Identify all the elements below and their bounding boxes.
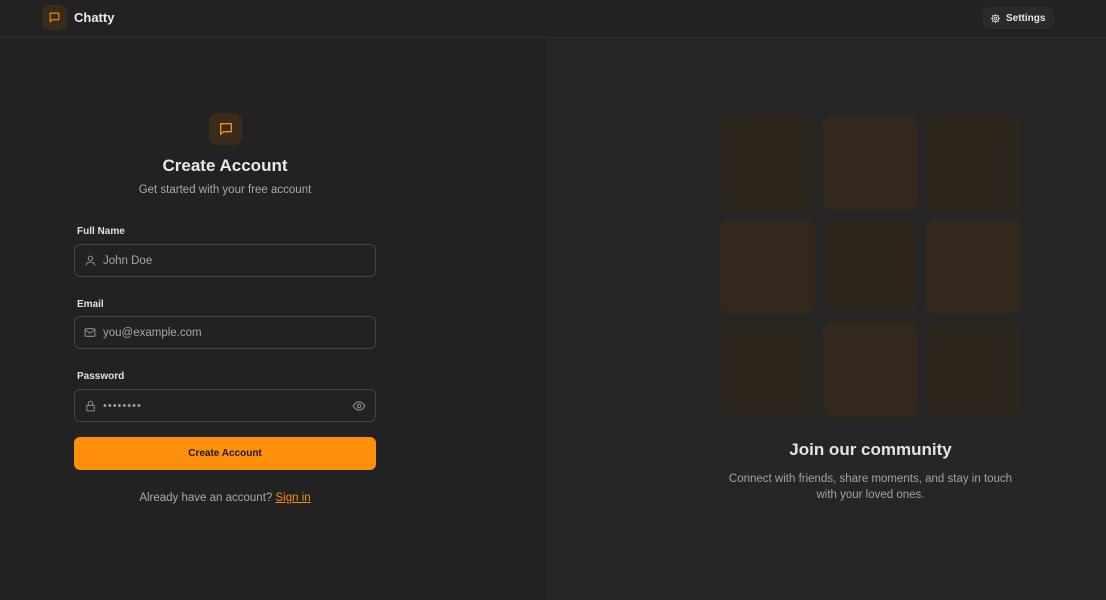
pattern-tile [926, 116, 1021, 211]
email-placeholder: you@example.com [103, 326, 202, 339]
lock-icon [83, 399, 97, 413]
chat-bubble-icon [42, 5, 67, 30]
password-value: •••••••• [103, 399, 142, 412]
pattern-tile [926, 322, 1021, 417]
signup-panel: Create Account Get started with your fre… [0, 39, 547, 600]
pattern-tile [720, 322, 815, 417]
email-label: Email [77, 299, 104, 310]
pattern-grid [720, 116, 1022, 418]
user-icon [83, 254, 97, 268]
promo-text: Connect with friends, share moments, and… [728, 473, 1013, 501]
top-navbar: Chatty Settings [0, 0, 1106, 38]
create-account-label: Create Account [188, 448, 262, 459]
password-field[interactable]: •••••••• [74, 389, 376, 422]
promo-panel: Join our community Connect with friends,… [547, 39, 1106, 600]
pattern-tile [926, 219, 1021, 314]
eye-icon[interactable] [351, 398, 367, 414]
chat-bubble-icon [209, 113, 242, 145]
gear-icon [990, 13, 1001, 24]
pattern-tile [823, 322, 918, 417]
full-name-placeholder: John Doe [103, 254, 153, 267]
pattern-tile [720, 116, 815, 211]
create-account-button[interactable]: Create Account [74, 437, 376, 470]
settings-label: Settings [1006, 12, 1046, 24]
email-field[interactable]: you@example.com [74, 316, 376, 349]
pattern-tile [823, 116, 918, 211]
signin-link[interactable]: Sign in [276, 492, 311, 504]
brand-home-link[interactable]: Chatty [42, 5, 114, 30]
signin-prompt: Already have an account? Sign in [0, 492, 450, 504]
mail-icon [83, 326, 97, 340]
full-name-label: Full Name [77, 226, 125, 237]
brand-name: Chatty [74, 10, 115, 25]
pattern-tile [720, 219, 815, 314]
promo-title: Join our community [789, 440, 952, 459]
form-title: Create Account [162, 156, 288, 175]
signin-prompt-text: Already have an account? [139, 492, 273, 504]
password-label: Password [77, 371, 125, 382]
settings-button[interactable]: Settings [982, 7, 1055, 29]
form-subtitle: Get started with your free account [138, 184, 312, 196]
full-name-field[interactable]: John Doe [74, 244, 376, 277]
pattern-tile [823, 219, 918, 314]
